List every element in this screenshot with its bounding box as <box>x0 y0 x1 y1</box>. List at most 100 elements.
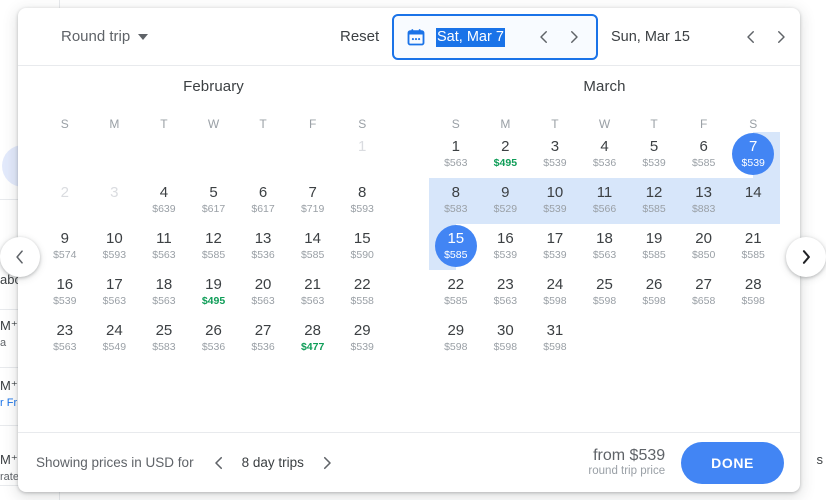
calendar-day-cell[interactable]: 23 $563 <box>40 319 90 365</box>
calendar-day-cell[interactable]: 30 $598 <box>481 319 531 365</box>
background-text-fragment: r Fr <box>0 397 18 409</box>
previous-month-button[interactable] <box>0 237 40 277</box>
day-number: 25 <box>596 276 613 293</box>
day-price: $598 <box>592 295 617 307</box>
day-price: $539 <box>350 341 374 353</box>
calendar-day-cell[interactable]: 29 $539 <box>337 319 387 365</box>
day-number: 5 <box>649 138 659 155</box>
calendar-day-cell[interactable]: 25 $583 <box>139 319 189 365</box>
calendar-day-cell[interactable]: 22 $558 <box>337 273 387 319</box>
calendar-day-cell[interactable]: 11 $566 <box>577 178 632 227</box>
calendar-day-cell[interactable]: 15 $585 <box>429 224 481 273</box>
next-month-button[interactable] <box>786 237 826 277</box>
day-price: $585 <box>444 249 468 261</box>
day-number: 17 <box>546 230 564 247</box>
trip-type-dropdown[interactable]: Round trip <box>61 28 149 45</box>
footer-right-group: from $539 round trip price DONE <box>588 441 784 484</box>
day-price: $539 <box>543 249 567 261</box>
day-price: $539 <box>543 203 567 215</box>
calendar-day-cell[interactable]: 23 $563 <box>481 273 531 319</box>
calendar-day-cell[interactable]: 16 $539 <box>481 227 531 273</box>
trip-length-prev-button[interactable] <box>206 450 232 476</box>
calendar-day-cell[interactable]: 12 $585 <box>627 178 681 227</box>
calendar-day-cell[interactable]: 27 $536 <box>238 319 288 365</box>
calendar-week-row: 15 $585 16 $539 17 $539 18 $563 19 $585 20 $850 21 $5… <box>429 224 778 273</box>
day-price: $598 <box>444 341 468 353</box>
calendar-day-cell[interactable]: 1 $563 <box>431 135 481 181</box>
day-number: 30 <box>497 322 514 339</box>
calendar-day-cell[interactable]: 11 $563 <box>139 227 189 273</box>
trip-length-next-button[interactable] <box>314 450 340 476</box>
calendar-day-cell[interactable]: 14 <box>726 178 780 227</box>
calendar-day-cell[interactable]: 28 $598 <box>728 273 778 319</box>
day-number: 8 <box>451 184 460 201</box>
day-price: $598 <box>642 295 666 307</box>
day-number: 31 <box>546 322 564 339</box>
calendar-day-cell[interactable]: 21 $563 <box>288 273 338 319</box>
departure-prev-day-button[interactable] <box>531 24 557 50</box>
calendar-day-cell[interactable]: 26 $536 <box>189 319 239 365</box>
calendar-day-cell[interactable]: 3 $539 <box>530 135 580 181</box>
calendar-empty-cell <box>189 135 239 181</box>
calendar-day-cell[interactable]: 18 $563 <box>139 273 189 319</box>
day-number: 18 <box>155 276 173 293</box>
calendar-day-cell[interactable]: 6 $617 <box>238 181 288 227</box>
calendar-day-cell[interactable]: 15 $590 <box>337 227 387 273</box>
calendar-day-cell[interactable]: 17 $539 <box>530 227 580 273</box>
calendar-day-cell[interactable]: 25 $598 <box>580 273 630 319</box>
calendar-day-cell[interactable]: 29 $598 <box>431 319 481 365</box>
calendar-day-cell[interactable]: 10 $539 <box>528 178 582 227</box>
calendar-day-cell[interactable]: 12 $585 <box>189 227 239 273</box>
calendar-day-cell[interactable]: 19 $585 <box>629 227 679 273</box>
calendar-day-cell[interactable]: 28 $477 <box>288 319 338 365</box>
calendar-day-cell[interactable]: 26 $598 <box>629 273 679 319</box>
calendar-day-cell[interactable]: 31 $598 <box>530 319 580 365</box>
calendar-icon <box>406 27 426 47</box>
calendar-day-cell[interactable]: 22 $585 <box>431 273 481 319</box>
calendar-day-cell[interactable]: 16 $539 <box>40 273 90 319</box>
day-number: 12 <box>205 230 222 247</box>
calendar-day-cell[interactable]: 8 $583 <box>429 178 483 227</box>
return-date-field[interactable]: Sun, Mar 15 <box>598 14 800 60</box>
calendar-day-cell[interactable]: 7 $539 <box>728 132 780 181</box>
day-number: 19 <box>645 230 663 247</box>
day-price: $477 <box>300 341 325 353</box>
done-button[interactable]: DONE <box>681 441 784 484</box>
app-root: abc M⁺¹ a M⁺ r Fr M⁺¹ rate s Round trip Reset <box>0 0 826 500</box>
calendar-day-cell[interactable]: 13 $536 <box>238 227 288 273</box>
calendar-day-cell[interactable]: 8 $593 <box>337 181 387 227</box>
calendar-day-cell[interactable]: 27 $658 <box>679 273 729 319</box>
calendar-day-cell[interactable]: 20 $850 <box>679 227 729 273</box>
calendar-day-cell[interactable]: 9 $529 <box>478 178 533 227</box>
day-number: 18 <box>596 230 613 247</box>
calendar-day-cell[interactable]: 17 $563 <box>90 273 140 319</box>
calendar-day-cell[interactable]: 24 $549 <box>90 319 140 365</box>
calendar-day-cell[interactable]: 4 $536 <box>580 135 630 181</box>
calendar-day-cell[interactable]: 19 $495 <box>189 273 239 319</box>
calendar-day-cell[interactable]: 21 $585 <box>728 227 778 273</box>
reset-button[interactable]: Reset <box>334 26 385 47</box>
calendar-day-cell[interactable]: 6 $585 <box>679 135 729 181</box>
calendar-day-cell[interactable]: 9 $574 <box>40 227 90 273</box>
calendar-day-cell[interactable]: 18 $563 <box>580 227 630 273</box>
calendar-day-cell[interactable]: 13 $883 <box>676 178 731 227</box>
calendar-day-cell[interactable]: 4 $639 <box>139 181 189 227</box>
calendar-day-cell[interactable]: 20 $563 <box>238 273 288 319</box>
price-summary: from $539 round trip price <box>588 446 665 479</box>
day-number: 10 <box>546 184 564 201</box>
trip-length-value: 8 day trips <box>241 455 304 470</box>
calendar-day-cell[interactable]: 10 $593 <box>90 227 140 273</box>
calendar-day-cell[interactable]: 7 $719 <box>288 181 338 227</box>
calendar-day-cell[interactable]: 5 $617 <box>189 181 239 227</box>
calendar-day-cell[interactable]: 14 $585 <box>288 227 338 273</box>
day-price: $598 <box>741 295 765 307</box>
calendar-day-cell[interactable]: 24 $598 <box>530 273 580 319</box>
calendar-day-cell[interactable]: 2 $495 <box>481 135 531 181</box>
return-next-day-button[interactable] <box>768 24 794 50</box>
day-price: $536 <box>251 249 275 261</box>
day-number: 12 <box>645 184 663 201</box>
calendar-day-cell[interactable]: 5 $539 <box>629 135 679 181</box>
departure-next-day-button[interactable] <box>561 24 587 50</box>
return-prev-day-button[interactable] <box>738 24 764 50</box>
departure-date-field[interactable]: Sat, Mar 7 <box>392 14 598 60</box>
